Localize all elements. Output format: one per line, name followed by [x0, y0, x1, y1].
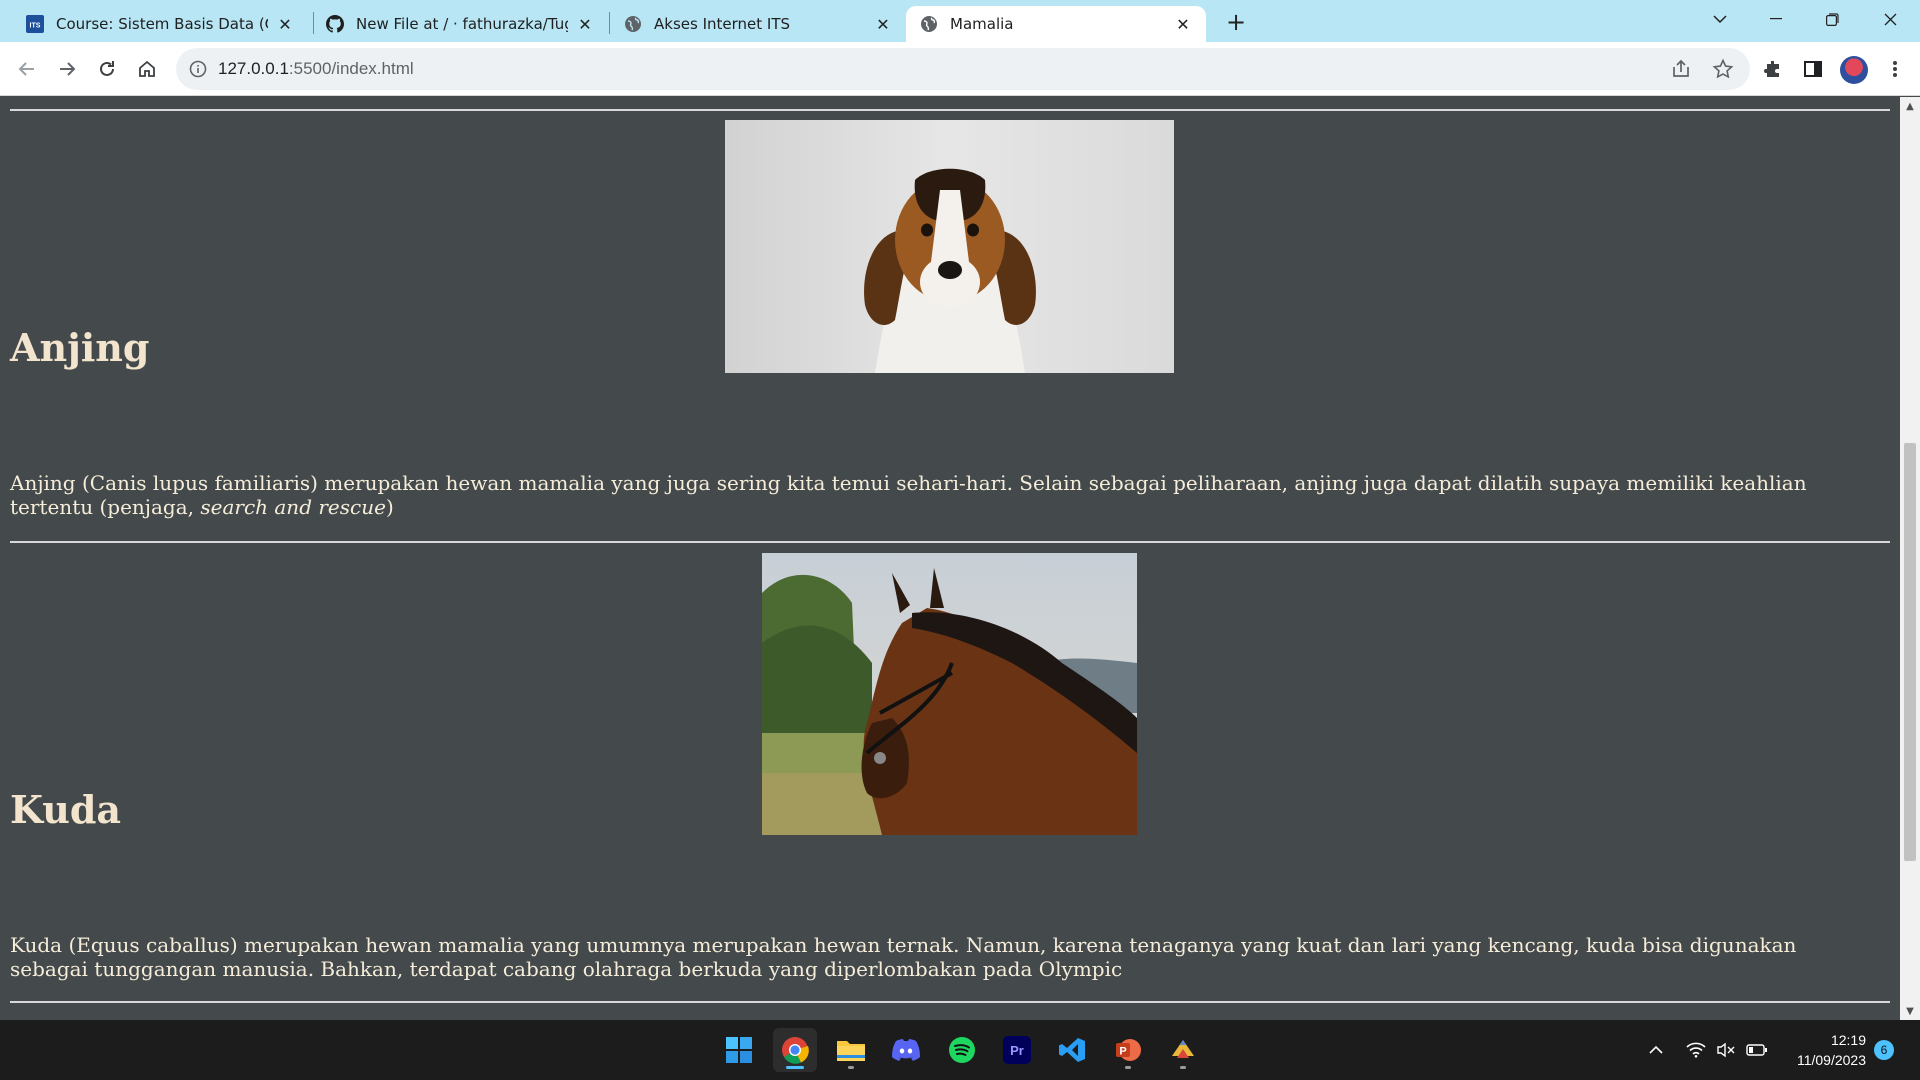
svg-text:ITS: ITS	[30, 23, 41, 30]
site-info-icon[interactable]	[188, 59, 208, 79]
tab-github-new-file[interactable]: New File at / · fathurazka/Tugas- ✕	[312, 6, 608, 42]
premiere-pro-icon[interactable]: Pr	[995, 1028, 1039, 1072]
running-indicator	[1125, 1066, 1131, 1069]
github-icon	[326, 15, 344, 33]
divider	[10, 1001, 1890, 1003]
minimize-icon[interactable]	[1748, 0, 1804, 38]
close-tab-icon[interactable]: ✕	[874, 15, 892, 34]
anjing-text-italic: search and rescue	[200, 495, 386, 519]
home-icon[interactable]	[132, 54, 162, 84]
close-window-icon[interactable]	[1862, 0, 1918, 38]
forward-arrow-icon[interactable]	[52, 54, 82, 84]
app-icon[interactable]	[1161, 1028, 1205, 1072]
side-panel-icon[interactable]	[1798, 54, 1828, 84]
tab-strip: ITS Course: Sistem Basis Data (C) ✕ New …	[0, 0, 1920, 42]
page-viewport: Anjing Anjing (Canis lupus familiaris) m…	[0, 97, 1900, 1020]
section-heading-anjing: Anjing	[10, 325, 150, 370]
url-text[interactable]: 127.0.0.1:5500/index.html	[218, 59, 414, 79]
divider	[10, 541, 1890, 543]
page-scrollbar[interactable]: ▲ ▼	[1900, 97, 1920, 1020]
url-host: 127.0.0.1	[218, 59, 289, 78]
anjing-text-end: )	[385, 495, 394, 519]
active-indicator	[786, 1066, 804, 1069]
tab-akses-internet-its[interactable]: Akses Internet ITS ✕	[610, 6, 906, 42]
url-path: :5500/index.html	[288, 59, 414, 78]
scroll-down-icon[interactable]: ▼	[1900, 1002, 1920, 1020]
globe-icon	[624, 15, 642, 33]
clock-date: 11/09/2023	[1796, 1052, 1866, 1068]
bookmark-star-icon[interactable]	[1712, 58, 1734, 80]
running-indicator	[1180, 1066, 1186, 1069]
tab-search-chevron-icon[interactable]	[1692, 0, 1748, 38]
scroll-up-icon[interactable]: ▲	[1900, 97, 1920, 115]
clock-time: 12:19	[1830, 1032, 1866, 1048]
tab-mamalia[interactable]: Mamalia ✕	[906, 6, 1206, 42]
running-indicator	[848, 1066, 854, 1069]
horse-image	[762, 553, 1137, 835]
restore-icon[interactable]	[1804, 0, 1860, 38]
back-arrow-icon[interactable]	[12, 54, 42, 84]
profile-avatar[interactable]	[1840, 56, 1868, 84]
tab-title: New File at / · fathurazka/Tugas-	[356, 15, 568, 33]
close-tab-icon[interactable]: ✕	[1174, 15, 1192, 34]
extensions-puzzle-icon[interactable]	[1758, 54, 1788, 84]
file-explorer-icon[interactable]	[829, 1028, 873, 1072]
share-icon[interactable]	[1670, 58, 1692, 80]
volume-muted-icon[interactable]	[1716, 1020, 1736, 1080]
premiere-label: Pr	[1010, 1043, 1024, 1058]
its-logo-icon: ITS	[26, 15, 44, 33]
globe-icon	[920, 15, 938, 33]
system-clock[interactable]: 12:19 11/09/2023	[1776, 1030, 1866, 1070]
vscode-icon[interactable]	[1050, 1028, 1094, 1072]
powerpoint-label: P	[1119, 1046, 1126, 1058]
discord-icon[interactable]	[884, 1028, 928, 1072]
section-text-kuda: Kuda (Equus caballus) merupakan hewan ma…	[10, 933, 1797, 981]
tab-sistem-basis-data[interactable]: ITS Course: Sistem Basis Data (C) ✕	[12, 6, 308, 42]
wifi-icon[interactable]	[1686, 1020, 1706, 1080]
reload-icon[interactable]	[92, 54, 122, 84]
close-tab-icon[interactable]: ✕	[276, 15, 294, 34]
divider	[10, 109, 1890, 111]
powerpoint-icon[interactable]: P	[1106, 1028, 1150, 1072]
chrome-icon[interactable]	[773, 1028, 817, 1072]
menu-kebab-icon[interactable]	[1880, 54, 1910, 84]
tab-title: Akses Internet ITS	[654, 15, 791, 33]
browser-toolbar: 127.0.0.1:5500/index.html	[0, 42, 1920, 96]
address-bar[interactable]: 127.0.0.1:5500/index.html	[176, 48, 1750, 90]
notification-badge[interactable]: 6	[1874, 1040, 1894, 1060]
tab-title: Course: Sistem Basis Data (C)	[56, 15, 268, 33]
battery-icon[interactable]	[1746, 1020, 1768, 1080]
scroll-thumb[interactable]	[1904, 443, 1916, 861]
spotify-icon[interactable]	[940, 1028, 984, 1072]
new-tab-button[interactable]: +	[1222, 8, 1250, 36]
dog-image	[725, 120, 1174, 373]
windows-taskbar: Pr P 12:19 11/09/2023 6	[0, 1020, 1920, 1080]
section-heading-kuda: Kuda	[10, 787, 122, 832]
windows-start-icon[interactable]	[717, 1028, 761, 1072]
section-text-anjing: Anjing (Canis lupus familiaris) merupaka…	[10, 471, 1840, 519]
show-hidden-icons-chevron-icon[interactable]	[1648, 1020, 1664, 1080]
tab-title: Mamalia	[950, 15, 1014, 33]
close-tab-icon[interactable]: ✕	[576, 15, 594, 34]
